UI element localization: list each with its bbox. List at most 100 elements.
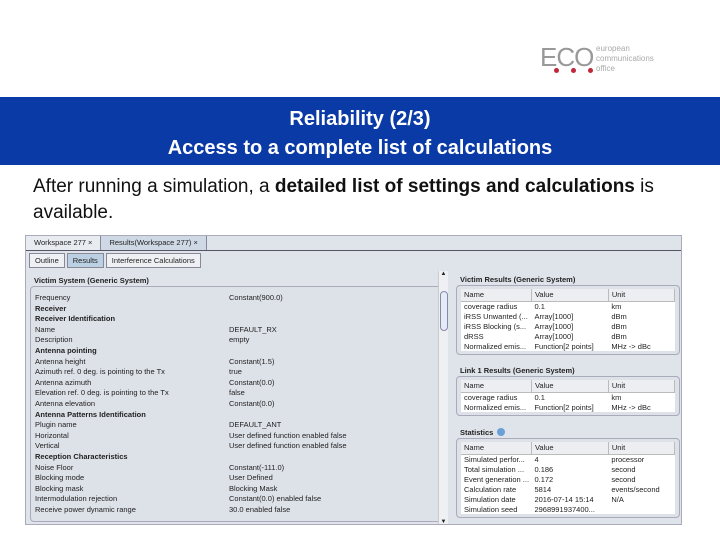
table-cell: km xyxy=(611,392,622,402)
table-cell: second xyxy=(611,464,636,474)
setting-name: Reception Characteristics xyxy=(35,452,128,461)
table-row[interactable]: Simulated perfor... 4 processor xyxy=(461,454,675,464)
table-cell: coverage radius xyxy=(464,301,518,311)
table-cell: coverage radius xyxy=(464,392,518,402)
table-cell: Array[1000] xyxy=(534,321,574,331)
table-cell: dBm xyxy=(611,311,627,321)
table-cell: dRSS xyxy=(464,331,484,341)
victim-results-section: Victim Results (Generic System) Name Valu… xyxy=(456,273,680,355)
column-header[interactable]: Value xyxy=(531,289,609,302)
tab-interference-calculations[interactable]: Interference Calculations xyxy=(105,253,201,268)
table-cell: 0.1 xyxy=(534,301,545,311)
setting-value: DEFAULT_RX xyxy=(229,324,277,334)
scrollbar[interactable]: ▲ ▼ xyxy=(438,271,448,524)
table-row[interactable]: iRSS Blocking (s... Array[1000] dBm xyxy=(461,321,675,331)
table-cell: 2968991937400... xyxy=(534,504,595,514)
column-header[interactable]: Name xyxy=(461,380,532,393)
setting-name: Receiver Identification xyxy=(35,314,116,324)
table-cell: Normalized emis... xyxy=(464,341,527,351)
table-row[interactable]: Calculation rate 5814 events/second xyxy=(461,484,675,494)
table-cell: Simulation date xyxy=(464,494,516,504)
column-header[interactable]: Value xyxy=(531,442,609,455)
table-cell: events/second xyxy=(611,484,660,494)
setting-name: Description xyxy=(35,335,73,345)
table-row[interactable]: Simulation date 2016-07-14 15:14 N/A xyxy=(461,494,675,504)
table-row[interactable]: Normalized emis... Function[2 points] MHz … xyxy=(461,341,675,351)
table-cell: MHz -> dBc xyxy=(611,341,651,351)
victim-system-panel: Victim System (Generic System) Frequency… xyxy=(26,271,451,524)
table-row[interactable]: coverage radius 0.1 km xyxy=(461,301,675,311)
column-header[interactable]: Unit xyxy=(608,289,676,302)
table-cell xyxy=(608,504,674,514)
setting-name: Intermodulation rejection xyxy=(35,494,118,504)
table-cell: km xyxy=(611,301,622,311)
setting-value: Constant(900.0) xyxy=(229,293,283,302)
setting-value: Constant(1.5) xyxy=(229,356,275,366)
table-cell: iRSS Blocking (s... xyxy=(464,321,527,331)
setting-name: Plugin name xyxy=(35,420,77,430)
eco-logo: ECO european communications office xyxy=(540,42,680,78)
table-cell: processor xyxy=(611,454,645,464)
setting-name: Azimuth ref. 0 deg. is pointing to the T… xyxy=(35,367,165,377)
table-cell: Normalized emis... xyxy=(464,402,527,412)
tab-results-workspace[interactable]: Results(Workspace 277) × xyxy=(101,236,207,250)
table-cell: Event generation ... xyxy=(464,474,530,484)
victim-results-table: Name Value Unit coverage radius 0.1 km iRSS Un… xyxy=(461,289,676,351)
scroll-thumb[interactable] xyxy=(440,291,448,331)
slide-title: Reliability (2/3) xyxy=(289,108,431,130)
tab-results[interactable]: Results xyxy=(66,253,104,268)
table-row[interactable]: Event generation ... 0.172 second xyxy=(461,474,675,484)
scroll-up-arrow[interactable]: ▲ xyxy=(439,271,448,277)
info-icon[interactable] xyxy=(497,428,506,436)
table-row[interactable]: Normalized emis... Function[2 points] MHz … xyxy=(461,402,675,412)
section-title: Victim Results (Generic System) xyxy=(460,274,576,284)
column-header[interactable]: Name xyxy=(461,442,532,455)
setting-name: Name xyxy=(35,324,56,334)
table-row[interactable]: coverage radius 0.1 km xyxy=(461,392,675,402)
table-row[interactable]: iRSS Unwanted (... Array[1000] dBm xyxy=(461,311,675,321)
table-cell: Function[2 points] xyxy=(534,402,594,412)
column-header[interactable]: Unit xyxy=(608,442,676,455)
tab-outline[interactable]: Outline xyxy=(29,253,65,268)
setting-value: User defined function enabled false xyxy=(229,430,347,440)
tab-workspace[interactable]: Workspace 277 × xyxy=(26,236,102,250)
table-header: Name Value Unit xyxy=(461,380,676,393)
setting-name: Antenna elevation xyxy=(35,399,96,408)
logo-words: european communications office xyxy=(596,44,654,73)
setting-value: Constant(-111.0) xyxy=(229,462,285,472)
setting-name: Antenna Patterns Identification xyxy=(35,409,146,419)
setting-value: DEFAULT_ANT xyxy=(229,420,282,430)
setting-value: Constant(0.0) xyxy=(229,399,275,408)
table-cell: 0.186 xyxy=(534,464,554,474)
scroll-down-arrow[interactable]: ▼ xyxy=(439,519,448,524)
table-cell: iRSS Unwanted (... xyxy=(464,311,528,321)
table-row[interactable]: dRSS Array[1000] dBm xyxy=(461,331,675,341)
table-header: Name Value Unit xyxy=(461,289,676,302)
setting-value: User Defined xyxy=(229,473,273,483)
table-cell: dBm xyxy=(611,321,627,331)
column-header[interactable]: Value xyxy=(531,380,609,393)
app-screenshot: Workspace 277 × Results(Workspace 277) ×… xyxy=(25,235,682,525)
setting-value: Constant(0.0) enabled false xyxy=(229,494,322,504)
column-header[interactable]: Unit xyxy=(608,380,676,393)
setting-name: Receive power dynamic range xyxy=(35,505,136,514)
table-cell: 0.1 xyxy=(534,392,545,402)
setting-value: 30.0 enabled false xyxy=(229,505,291,514)
setting-value: false xyxy=(229,388,245,398)
table-row[interactable]: Total simulation ... 0.186 second xyxy=(461,464,675,474)
logo-dots xyxy=(554,68,593,73)
view-tabs: Outline Results Interference Calculation… xyxy=(26,253,201,268)
table-cell: Array[1000] xyxy=(534,331,574,341)
setting-value: true xyxy=(229,367,242,377)
slide-subtitle: Access to a complete list of calculation… xyxy=(167,137,553,159)
setting-name: Noise Floor xyxy=(35,462,74,472)
link1-results-section: Link 1 Results (Generic System) Name Valu… xyxy=(456,364,680,416)
table-cell: Simulated perfor... xyxy=(464,454,525,464)
table-cell: Calculation rate xyxy=(464,484,517,494)
section-title: Link 1 Results (Generic System) xyxy=(460,365,575,375)
column-header[interactable]: Name xyxy=(461,289,532,302)
title-banner: Reliability (2/3) Access to a complete l… xyxy=(0,97,720,165)
table-cell: Function[2 points] xyxy=(534,341,594,351)
setting-name: Blocking mode xyxy=(35,473,85,483)
table-row[interactable]: Simulation seed 2968991937400... xyxy=(461,504,675,514)
